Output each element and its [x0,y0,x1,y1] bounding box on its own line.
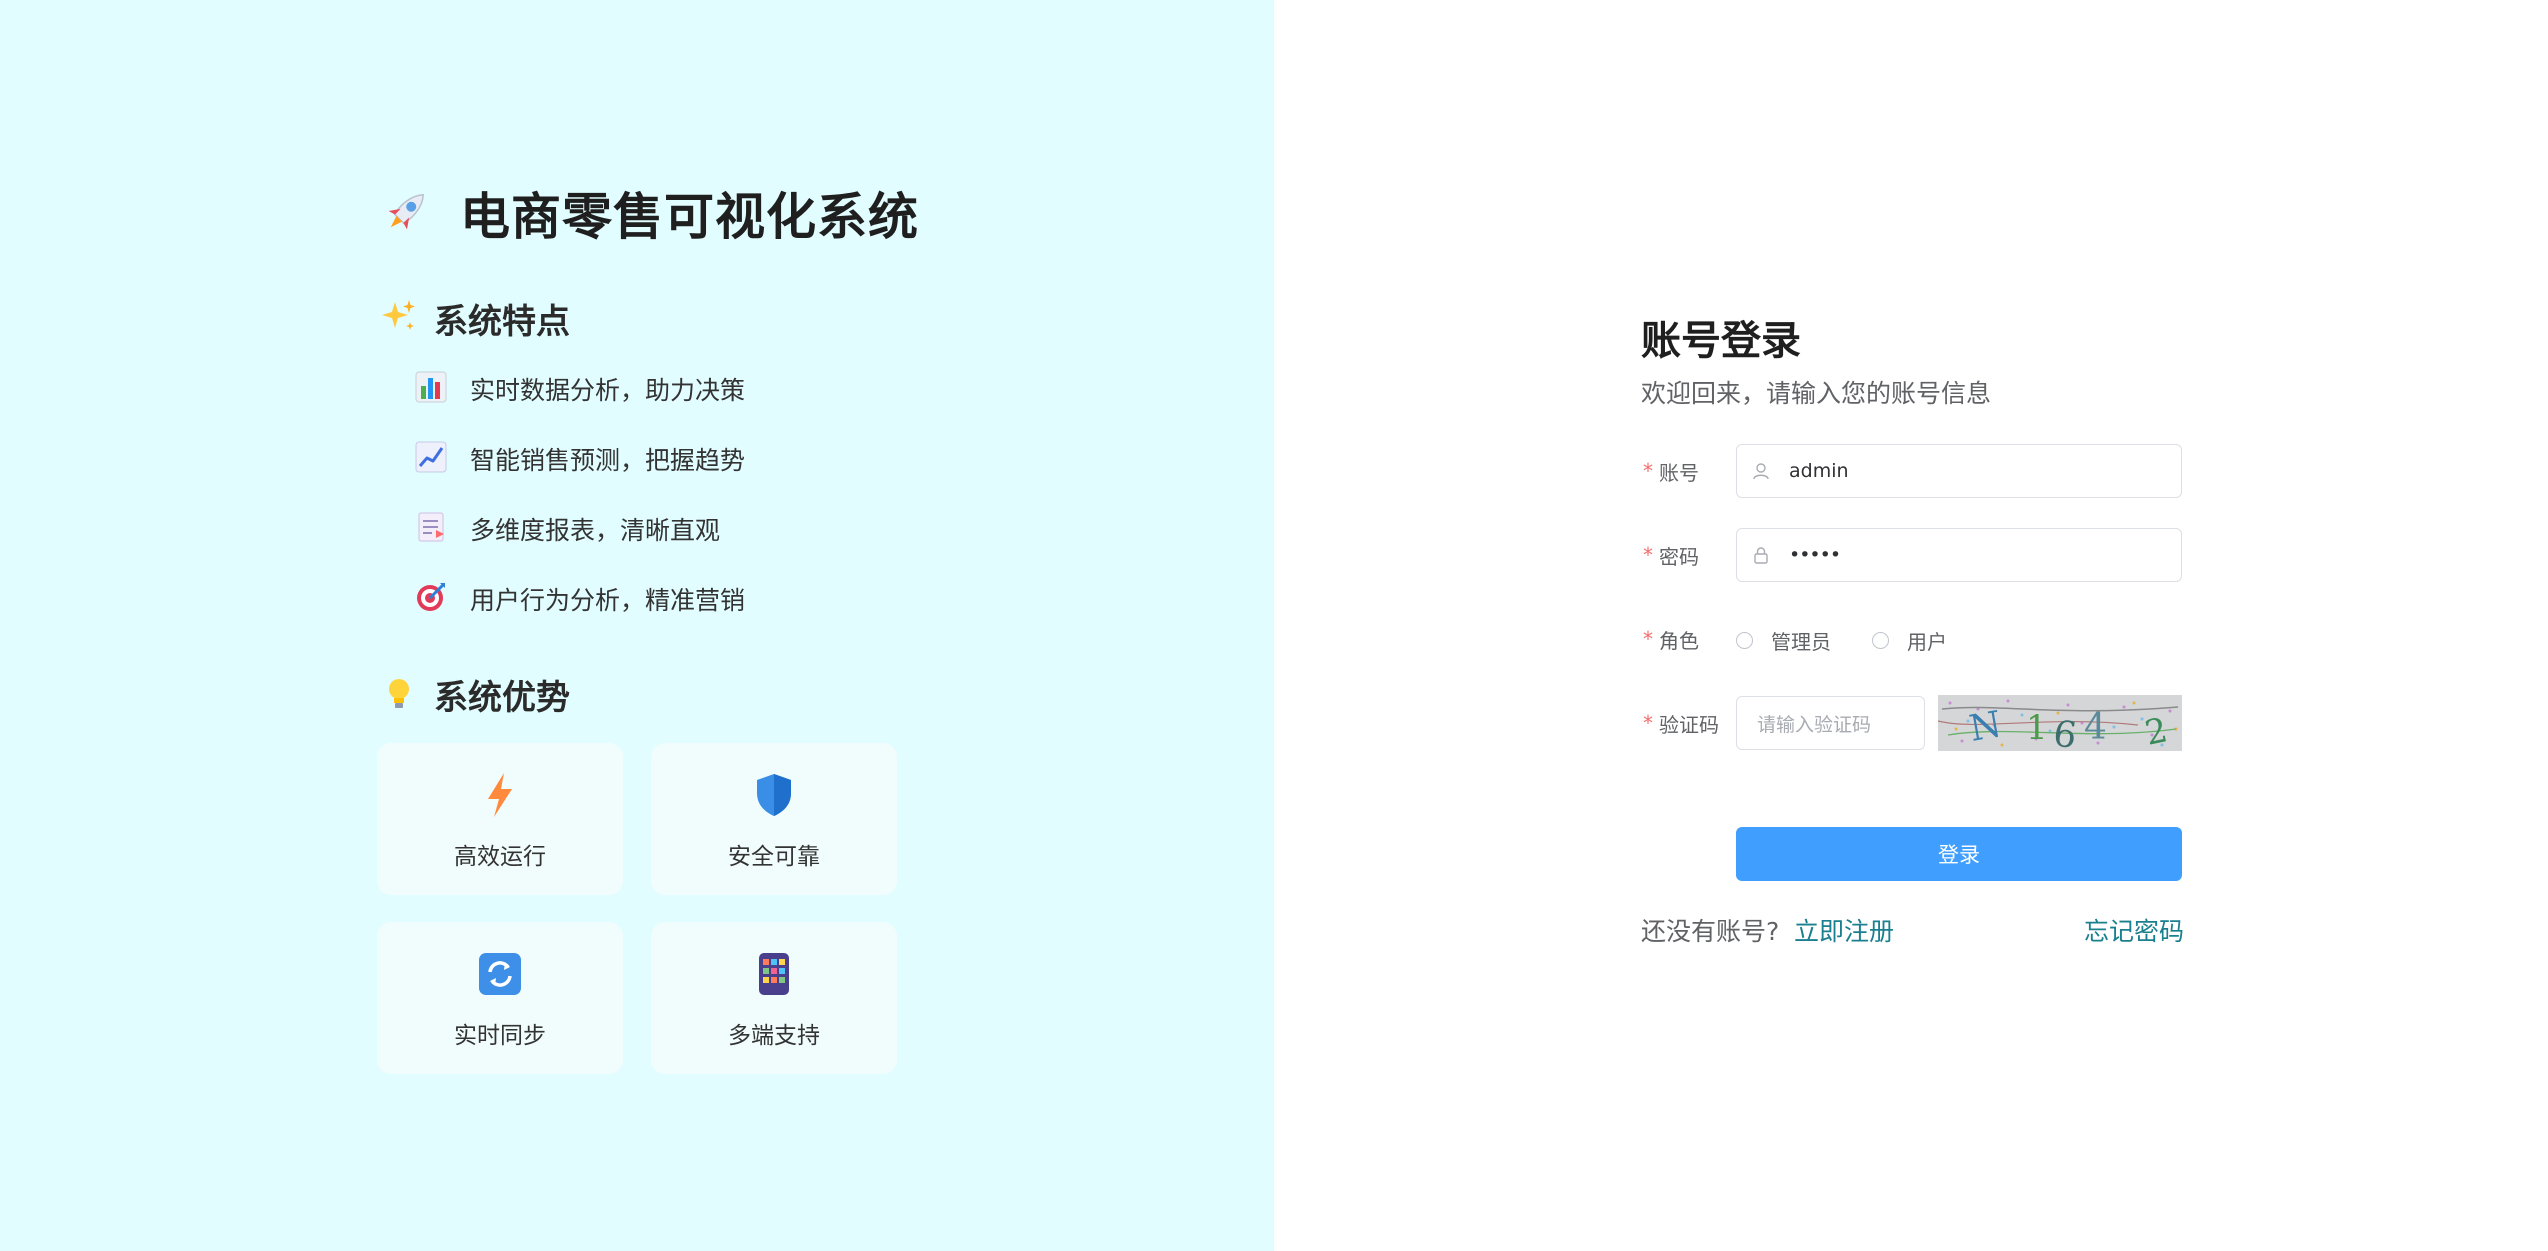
advantage-card: 安全可靠 [651,743,897,895]
feature-item: 多维度报表，清晰直观 [414,509,720,549]
features-section-title: 系统特点 [380,294,570,343]
captcha-placeholder: 请输入验证码 [1757,713,1872,736]
feature-text: 用户行为分析，精准营销 [470,586,746,615]
captcha-char: 1 [2026,708,2048,748]
page-title: 电商零售可视化系统 [460,188,919,246]
password-label: * 密码 [1643,528,1699,582]
lightbulb-icon [380,674,418,716]
shield-icon [752,771,796,819]
advantage-label: 多端支持 [728,1023,820,1049]
sync-icon [478,950,522,998]
advantage-label: 高效运行 [454,844,546,870]
advantage-label: 实时同步 [454,1023,546,1049]
bar-chart-icon [414,370,448,408]
required-mark: * [1643,627,1653,651]
lightning-icon [478,771,522,819]
required-mark: * [1643,459,1653,483]
role-option-label: 管理员 [1771,629,1831,654]
rocket-icon [380,184,434,242]
password-input[interactable]: ••••• [1736,528,2182,582]
advantages-section-title: 系统优势 [380,670,570,719]
login-button[interactable]: 登录 [1736,827,2182,881]
required-mark: * [1643,543,1653,567]
advantage-label: 安全可靠 [728,844,820,870]
password-label-text: 密码 [1659,544,1699,569]
account-value: admin [1789,460,1849,482]
advantage-card: 实时同步 [377,922,623,1074]
captcha-char: 6 [2051,713,2079,751]
role-radio-admin[interactable]: 管理员 [1736,625,1831,655]
captcha-label: * 验证码 [1643,696,1719,750]
captcha-input[interactable]: 请输入验证码 [1736,696,1925,750]
account-input[interactable]: admin [1736,444,2182,498]
no-account-text: 还没有账号? [1641,917,1780,946]
radio-circle[interactable] [1736,631,1753,649]
user-icon [1751,461,1771,481]
report-icon [414,510,448,548]
radio-circle[interactable] [1872,631,1889,649]
trend-chart-icon [414,440,448,478]
feature-text: 实时数据分析，助力决策 [470,376,746,405]
register-link[interactable]: 立即注册 [1794,912,1894,948]
target-icon [414,580,448,618]
role-label-text: 角色 [1659,628,1699,653]
advantage-card: 高效运行 [377,743,623,895]
role-label: * 角色 [1643,612,1699,666]
mobile-icon [756,950,792,998]
app-title: 电商零售可视化系统 [380,178,919,248]
lock-icon [1751,545,1771,565]
captcha-char: 4 [2084,707,2107,748]
feature-text: 多维度报表，清晰直观 [470,516,721,545]
captcha-label-text: 验证码 [1659,712,1719,737]
features-title-label: 系统特点 [434,302,570,342]
login-title: 账号登录 [1641,318,1801,364]
captcha-image[interactable]: N 1 6 4 2 [1938,695,2182,751]
login-subtitle: 欢迎回来，请输入您的账号信息 [1641,379,1992,408]
advantages-title-label: 系统优势 [434,678,570,718]
captcha-char: N [1966,704,2004,750]
role-radio-user[interactable]: 用户 [1872,625,1947,655]
role-option-label: 用户 [1907,629,1947,654]
sparkles-icon [380,298,418,340]
account-label: * 账号 [1643,444,1699,498]
password-value: ••••• [1789,544,1841,566]
advantage-card: 多端支持 [651,922,897,1074]
feature-text: 智能销售预测，把握趋势 [470,446,746,475]
forgot-password-link[interactable]: 忘记密码 [2084,912,2184,948]
required-mark: * [1643,711,1653,735]
feature-item: 实时数据分析，助力决策 [414,369,745,409]
feature-item: 智能销售预测，把握趋势 [414,439,745,479]
feature-item: 用户行为分析，精准营销 [414,579,745,619]
captcha-char: 2 [2142,710,2171,751]
account-label-text: 账号 [1659,460,1699,485]
